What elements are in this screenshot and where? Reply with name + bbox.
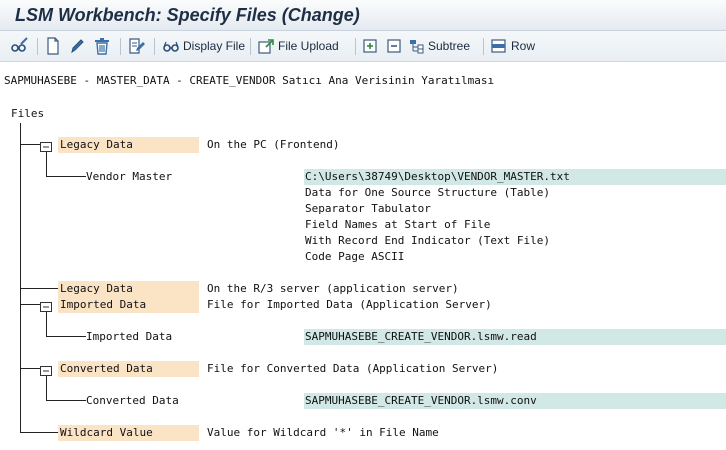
- converted-data-node[interactable]: Converted Data: [58, 361, 199, 377]
- title-bar: LSM Workbench: Specify Files (Change): [0, 0, 726, 31]
- file-property: Data for One Source Structure (Table): [305, 186, 551, 199]
- converted-data-desc: File for Converted Data (Application Ser…: [207, 362, 499, 375]
- toolbar-separator: [355, 38, 356, 55]
- tree-line: [20, 304, 42, 305]
- file-upload-label: File Upload: [278, 39, 339, 53]
- imported-data-child-node[interactable]: Imported Data: [86, 329, 298, 345]
- tree-line: [20, 123, 21, 433]
- tree-line: [20, 144, 42, 145]
- vendor-master-path[interactable]: C:\Users\38749\Desktop\VENDOR_MASTER.txt: [304, 169, 726, 185]
- toolbar-separator: [483, 38, 484, 55]
- tree-line: [46, 150, 47, 177]
- tree-line: [20, 432, 60, 433]
- display-file-button[interactable]: Display File: [162, 36, 245, 56]
- row-icon: [490, 37, 508, 55]
- expand-subtree-button[interactable]: [362, 36, 380, 56]
- row-label: Row: [511, 39, 536, 53]
- file-upload-button[interactable]: File Upload: [257, 36, 339, 56]
- subtree-icon: [409, 37, 425, 55]
- document-edit-icon: [128, 37, 146, 55]
- subtree-button[interactable]: Subtree: [409, 36, 470, 56]
- file-property: Separator Tabulator: [305, 202, 431, 215]
- tree-line: [46, 374, 47, 401]
- new-document-icon: [45, 37, 61, 55]
- tree-line: [46, 400, 86, 401]
- imported-data-desc: File for Imported Data (Application Serv…: [207, 298, 492, 311]
- application-toolbar: Display File File Upload Subtree Row: [0, 31, 726, 62]
- converted-data-child-node[interactable]: Converted Data: [86, 393, 298, 409]
- wildcard-value-desc: Value for Wildcard '*' in File Name: [207, 426, 439, 439]
- legacy-data-r3-desc: On the R/3 server (application server): [207, 282, 459, 295]
- collapse-folder-icon[interactable]: [40, 363, 52, 376]
- toolbar-separator: [154, 38, 155, 55]
- tree-line: [46, 176, 86, 177]
- collapse-icon: [386, 37, 404, 55]
- collapse-subtree-button[interactable]: [386, 36, 404, 56]
- delete-button[interactable]: [93, 36, 111, 56]
- header-description: SAPMUHASEBE - MASTER_DATA - CREATE_VENDO…: [4, 74, 495, 87]
- tree-line: [20, 368, 42, 369]
- pencil-icon: [69, 37, 85, 55]
- converted-data-path[interactable]: SAPMUHASEBE_CREATE_VENDOR.lsmw.conv: [304, 393, 726, 409]
- row-button[interactable]: Row: [490, 36, 535, 56]
- trash-icon: [93, 37, 111, 55]
- display-file-label: Display File: [183, 39, 246, 53]
- legacy-data-pc-desc: On the PC (Frontend): [207, 138, 340, 151]
- tree-line: [46, 336, 86, 337]
- expand-icon: [362, 37, 380, 55]
- upload-icon: [257, 37, 275, 55]
- glasses-pencil-icon: [10, 37, 30, 55]
- toolbar-separator: [120, 38, 121, 55]
- new-entry-button[interactable]: [45, 36, 61, 56]
- file-property: Field Names at Start of File: [305, 218, 491, 231]
- toolbar-separator: [37, 38, 38, 55]
- file-property: With Record End Indicator (Text File): [305, 234, 551, 247]
- imported-data-node[interactable]: Imported Data: [58, 297, 199, 313]
- tree-line: [46, 310, 47, 337]
- file-property: Code Page ASCII: [305, 250, 405, 263]
- toolbar-separator: [250, 38, 251, 55]
- vendor-master-node[interactable]: Vendor Master: [86, 169, 298, 185]
- edit-button[interactable]: [69, 36, 85, 56]
- tree-root-files: Files: [11, 107, 45, 120]
- tree-line: [20, 288, 60, 289]
- collapse-folder-icon[interactable]: [40, 139, 52, 152]
- glasses-icon: [162, 37, 180, 55]
- collapse-folder-icon[interactable]: [40, 299, 52, 312]
- legacy-data-r3-node[interactable]: Legacy Data: [58, 281, 199, 297]
- imported-data-path[interactable]: SAPMUHASEBE_CREATE_VENDOR.lsmw.read: [304, 329, 726, 345]
- legacy-data-pc-node[interactable]: Legacy Data: [58, 137, 199, 153]
- window-title: LSM Workbench: Specify Files (Change): [15, 5, 360, 25]
- wildcard-value-node[interactable]: Wildcard Value: [58, 425, 199, 441]
- display-change-button[interactable]: [10, 36, 30, 56]
- edit-document-button[interactable]: [128, 36, 146, 56]
- subtree-label: Subtree: [428, 39, 471, 53]
